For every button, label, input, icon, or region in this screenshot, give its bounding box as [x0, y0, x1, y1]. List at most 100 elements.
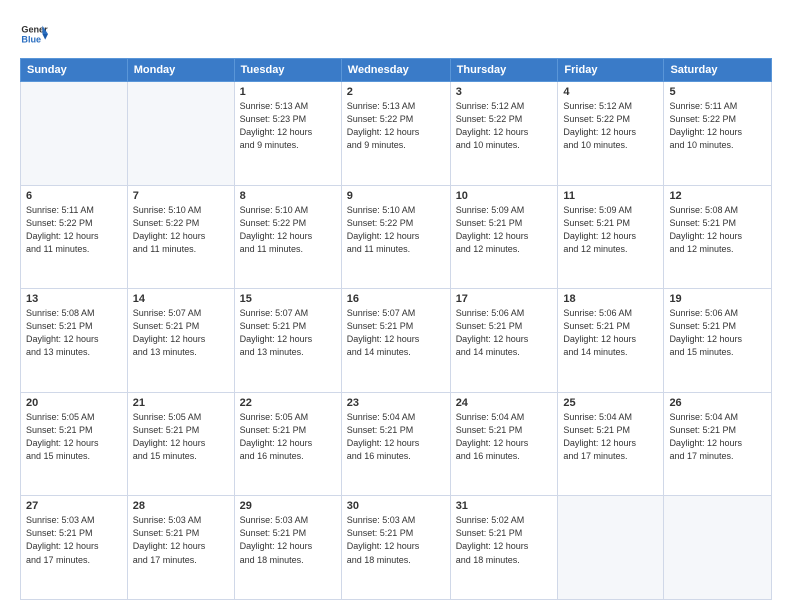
- day-number: 7: [133, 190, 229, 202]
- day-detail: Sunrise: 5:08 AM Sunset: 5:21 PM Dayligh…: [26, 307, 122, 359]
- day-detail: Sunrise: 5:03 AM Sunset: 5:21 PM Dayligh…: [240, 514, 336, 566]
- day-number: 28: [133, 500, 229, 512]
- day-number: 24: [456, 397, 553, 409]
- calendar-cell: 23 Sunrise: 5:04 AM Sunset: 5:21 PM Dayli…: [341, 392, 450, 496]
- day-detail: Sunrise: 5:03 AM Sunset: 5:21 PM Dayligh…: [347, 514, 445, 566]
- calendar-cell: 10 Sunrise: 5:09 AM Sunset: 5:21 PM Dayli…: [450, 185, 558, 289]
- day-detail: Sunrise: 5:09 AM Sunset: 5:21 PM Dayligh…: [563, 204, 658, 256]
- day-detail: Sunrise: 5:06 AM Sunset: 5:21 PM Dayligh…: [456, 307, 553, 359]
- day-number: 15: [240, 293, 336, 305]
- calendar-cell: [558, 496, 664, 600]
- calendar-cell: 3 Sunrise: 5:12 AM Sunset: 5:22 PM Daylig…: [450, 82, 558, 186]
- calendar-cell: 8Sunrise: 5:10 AM Sunset: 5:22 PM Daylig…: [234, 185, 341, 289]
- header-row: General Blue: [20, 16, 772, 48]
- weekday-header-sunday: Sunday: [21, 59, 128, 82]
- day-number: 22: [240, 397, 336, 409]
- calendar-cell: 12 Sunrise: 5:08 AM Sunset: 5:21 PM Dayli…: [664, 185, 772, 289]
- calendar-cell: 6 Sunrise: 5:11 AM Sunset: 5:22 PM Daylig…: [21, 185, 128, 289]
- day-detail: Sunrise: 5:04 AM Sunset: 5:21 PM Dayligh…: [456, 411, 553, 463]
- day-detail: Sunrise: 5:10 AM Sunset: 5:22 PM Dayligh…: [347, 204, 445, 256]
- calendar-cell: 25 Sunrise: 5:04 AM Sunset: 5:21 PM Dayli…: [558, 392, 664, 496]
- day-number: 31: [456, 500, 553, 512]
- calendar-cell: 7 Sunrise: 5:10 AM Sunset: 5:22 PM Daylig…: [127, 185, 234, 289]
- day-number: 8: [240, 190, 336, 202]
- calendar-cell: 26 Sunrise: 5:04 AM Sunset: 5:21 PM Dayli…: [664, 392, 772, 496]
- calendar-cell: 14Sunrise: 5:07 AM Sunset: 5:21 PM Dayli…: [127, 289, 234, 393]
- day-detail: Sunrise: 5:10 AM Sunset: 5:22 PM Dayligh…: [133, 204, 229, 256]
- calendar-week-row: 20Sunrise: 5:05 AM Sunset: 5:21 PM Dayli…: [21, 392, 772, 496]
- calendar-cell: 5 Sunrise: 5:11 AM Sunset: 5:22 PM Daylig…: [664, 82, 772, 186]
- day-detail: Sunrise: 5:07 AM Sunset: 5:21 PM Dayligh…: [240, 307, 336, 359]
- day-detail: Sunrise: 5:04 AM Sunset: 5:21 PM Dayligh…: [669, 411, 766, 463]
- calendar-cell: 18 Sunrise: 5:06 AM Sunset: 5:21 PM Dayli…: [558, 289, 664, 393]
- page: General Blue SundayMondayTuesdayWednesda…: [0, 0, 792, 612]
- day-number: 27: [26, 500, 122, 512]
- day-detail: Sunrise: 5:12 AM Sunset: 5:22 PM Dayligh…: [456, 100, 553, 152]
- day-number: 17: [456, 293, 553, 305]
- day-detail: Sunrise: 5:03 AM Sunset: 5:21 PM Dayligh…: [26, 514, 122, 566]
- day-detail: Sunrise: 5:13 AM Sunset: 5:23 PM Dayligh…: [240, 100, 336, 152]
- day-detail: Sunrise: 5:04 AM Sunset: 5:21 PM Dayligh…: [347, 411, 445, 463]
- day-number: 18: [563, 293, 658, 305]
- calendar-cell: 19Sunrise: 5:06 AM Sunset: 5:21 PM Dayli…: [664, 289, 772, 393]
- logo-area: General Blue: [20, 20, 52, 48]
- calendar-cell: 28 Sunrise: 5:03 AM Sunset: 5:21 PM Dayli…: [127, 496, 234, 600]
- day-number: 14: [133, 293, 229, 305]
- day-number: 3: [456, 86, 553, 98]
- calendar-cell: 11 Sunrise: 5:09 AM Sunset: 5:21 PM Dayli…: [558, 185, 664, 289]
- day-detail: Sunrise: 5:05 AM Sunset: 5:21 PM Dayligh…: [240, 411, 336, 463]
- calendar-cell: 31 Sunrise: 5:02 AM Sunset: 5:21 PM Dayli…: [450, 496, 558, 600]
- day-detail: Sunrise: 5:09 AM Sunset: 5:21 PM Dayligh…: [456, 204, 553, 256]
- day-detail: Sunrise: 5:05 AM Sunset: 5:21 PM Dayligh…: [26, 411, 122, 463]
- calendar-cell: 4 Sunrise: 5:12 AM Sunset: 5:22 PM Daylig…: [558, 82, 664, 186]
- day-number: 5: [669, 86, 766, 98]
- calendar-cell: [127, 82, 234, 186]
- logo-icon: General Blue: [20, 20, 48, 48]
- day-number: 12: [669, 190, 766, 202]
- calendar-cell: [21, 82, 128, 186]
- day-number: 11: [563, 190, 658, 202]
- day-number: 21: [133, 397, 229, 409]
- day-number: 16: [347, 293, 445, 305]
- calendar-cell: 16Sunrise: 5:07 AM Sunset: 5:21 PM Dayli…: [341, 289, 450, 393]
- day-detail: Sunrise: 5:06 AM Sunset: 5:21 PM Dayligh…: [563, 307, 658, 359]
- calendar-cell: 17 Sunrise: 5:06 AM Sunset: 5:21 PM Dayli…: [450, 289, 558, 393]
- day-detail: Sunrise: 5:08 AM Sunset: 5:21 PM Dayligh…: [669, 204, 766, 256]
- day-number: 23: [347, 397, 445, 409]
- day-number: 25: [563, 397, 658, 409]
- calendar-week-row: 13 Sunrise: 5:08 AM Sunset: 5:21 PM Dayli…: [21, 289, 772, 393]
- calendar-cell: 29 Sunrise: 5:03 AM Sunset: 5:21 PM Dayli…: [234, 496, 341, 600]
- day-detail: Sunrise: 5:03 AM Sunset: 5:21 PM Dayligh…: [133, 514, 229, 566]
- day-number: 6: [26, 190, 122, 202]
- day-detail: Sunrise: 5:06 AM Sunset: 5:21 PM Dayligh…: [669, 307, 766, 359]
- day-number: 13: [26, 293, 122, 305]
- weekday-header-tuesday: Tuesday: [234, 59, 341, 82]
- day-number: 29: [240, 500, 336, 512]
- weekday-header-thursday: Thursday: [450, 59, 558, 82]
- day-number: 4: [563, 86, 658, 98]
- calendar-cell: 2Sunrise: 5:13 AM Sunset: 5:22 PM Daylig…: [341, 82, 450, 186]
- day-detail: Sunrise: 5:04 AM Sunset: 5:21 PM Dayligh…: [563, 411, 658, 463]
- day-detail: Sunrise: 5:11 AM Sunset: 5:22 PM Dayligh…: [26, 204, 122, 256]
- calendar-cell: 22 Sunrise: 5:05 AM Sunset: 5:21 PM Dayli…: [234, 392, 341, 496]
- svg-text:Blue: Blue: [21, 34, 41, 44]
- day-number: 26: [669, 397, 766, 409]
- weekday-header-monday: Monday: [127, 59, 234, 82]
- day-number: 10: [456, 190, 553, 202]
- day-detail: Sunrise: 5:05 AM Sunset: 5:21 PM Dayligh…: [133, 411, 229, 463]
- calendar-cell: 13 Sunrise: 5:08 AM Sunset: 5:21 PM Dayli…: [21, 289, 128, 393]
- day-detail: Sunrise: 5:11 AM Sunset: 5:22 PM Dayligh…: [669, 100, 766, 152]
- calendar-week-row: 6 Sunrise: 5:11 AM Sunset: 5:22 PM Daylig…: [21, 185, 772, 289]
- weekday-header-saturday: Saturday: [664, 59, 772, 82]
- day-detail: Sunrise: 5:12 AM Sunset: 5:22 PM Dayligh…: [563, 100, 658, 152]
- calendar-cell: 20Sunrise: 5:05 AM Sunset: 5:21 PM Dayli…: [21, 392, 128, 496]
- weekday-header-row: SundayMondayTuesdayWednesdayThursdayFrid…: [21, 59, 772, 82]
- weekday-header-wednesday: Wednesday: [341, 59, 450, 82]
- calendar-week-row: 1 Sunrise: 5:13 AM Sunset: 5:23 PM Daylig…: [21, 82, 772, 186]
- day-detail: Sunrise: 5:02 AM Sunset: 5:21 PM Dayligh…: [456, 514, 553, 566]
- weekday-header-friday: Friday: [558, 59, 664, 82]
- day-number: 2: [347, 86, 445, 98]
- calendar-cell: 27 Sunrise: 5:03 AM Sunset: 5:21 PM Dayli…: [21, 496, 128, 600]
- day-number: 1: [240, 86, 336, 98]
- calendar-cell: 9Sunrise: 5:10 AM Sunset: 5:22 PM Daylig…: [341, 185, 450, 289]
